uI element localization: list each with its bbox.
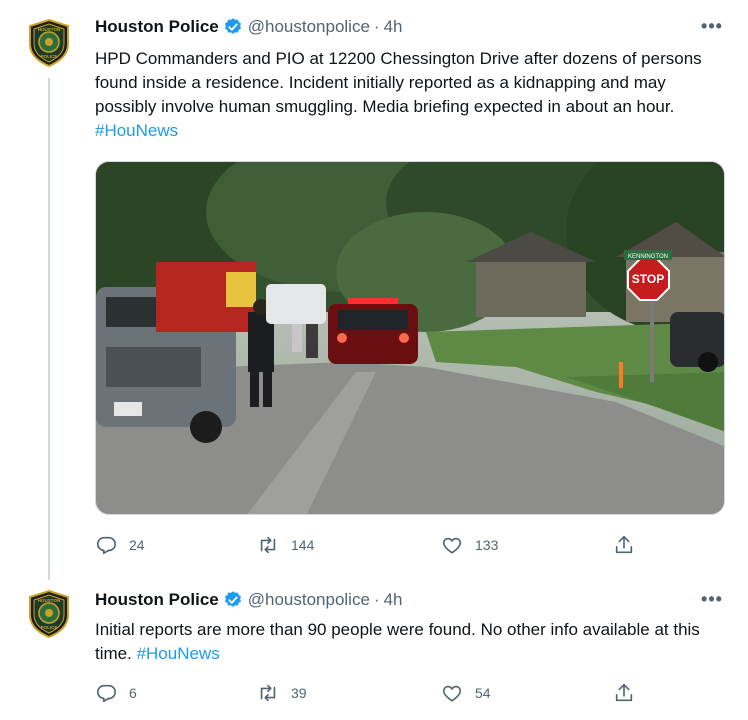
like-icon bbox=[442, 685, 462, 702]
svg-text:HOUSTON: HOUSTON bbox=[38, 598, 60, 603]
verified-badge-icon bbox=[224, 18, 241, 34]
hashtag-link[interactable]: #HouNews bbox=[137, 644, 220, 663]
tweet-photo[interactable]: STOP KENNINGTON bbox=[95, 161, 725, 515]
thread-line bbox=[48, 78, 50, 580]
avatar[interactable]: HOUSTON POLICE bbox=[24, 18, 74, 68]
reply-icon bbox=[96, 536, 116, 555]
verified-badge-icon bbox=[224, 591, 241, 607]
svg-text:KENNINGTON: KENNINGTON bbox=[628, 254, 668, 260]
svg-text:HOUSTON: HOUSTON bbox=[38, 27, 60, 32]
tweet-header: Houston Police @houstonpolice · 4h bbox=[95, 589, 403, 611]
reply-count: 6 bbox=[129, 685, 137, 701]
reply-count: 24 bbox=[129, 537, 145, 553]
retweet-count: 144 bbox=[291, 537, 315, 553]
retweet-button[interactable]: 39 bbox=[257, 682, 441, 704]
retweet-icon bbox=[260, 536, 276, 554]
more-icon[interactable]: ••• bbox=[700, 17, 724, 40]
tweet-text: Initial reports are more than 90 people … bbox=[95, 618, 725, 666]
like-button[interactable]: 54 bbox=[441, 682, 613, 704]
tweet-timestamp[interactable]: 4h bbox=[384, 590, 403, 610]
share-button[interactable] bbox=[613, 534, 635, 556]
tweet-text: HPD Commanders and PIO at 12200 Chessing… bbox=[95, 47, 725, 143]
reply-button[interactable]: 6 bbox=[95, 682, 257, 704]
svg-text:STOP: STOP bbox=[632, 272, 664, 286]
author-name[interactable]: Houston Police bbox=[95, 590, 219, 610]
separator-dot: · bbox=[373, 590, 380, 609]
author-handle[interactable]: @houstonpolice bbox=[248, 17, 370, 37]
share-icon bbox=[615, 535, 633, 554]
reply-button[interactable]: 24 bbox=[95, 534, 257, 556]
reply-icon bbox=[96, 684, 116, 703]
more-icon[interactable]: ••• bbox=[700, 590, 724, 613]
retweet-button[interactable]: 144 bbox=[257, 534, 441, 556]
svg-text:POLICE: POLICE bbox=[41, 625, 58, 630]
share-button[interactable] bbox=[613, 682, 635, 704]
separator-dot: · bbox=[373, 17, 380, 36]
retweet-icon bbox=[260, 684, 276, 702]
tweet-actions: 6 39 54 bbox=[95, 681, 635, 705]
tweet-2[interactable]: HOUSTON POLICE Houston Police @houstonpo… bbox=[0, 575, 748, 720]
tweet-actions: 24 144 133 bbox=[95, 533, 635, 557]
share-icon bbox=[615, 683, 633, 702]
like-button[interactable]: 133 bbox=[441, 534, 613, 556]
tweet-header: Houston Police @houstonpolice · 4h bbox=[95, 16, 403, 38]
tweet-text-body: HPD Commanders and PIO at 12200 Chessing… bbox=[95, 49, 702, 116]
author-handle[interactable]: @houstonpolice bbox=[248, 590, 370, 610]
tweet-timestamp[interactable]: 4h bbox=[384, 17, 403, 37]
like-count: 54 bbox=[475, 685, 491, 701]
svg-text:POLICE: POLICE bbox=[41, 54, 58, 59]
retweet-count: 39 bbox=[291, 685, 307, 701]
tweet-1[interactable]: HOUSTON POLICE Houston Police @houstonpo… bbox=[0, 0, 748, 580]
like-count: 133 bbox=[475, 537, 499, 553]
like-icon bbox=[442, 537, 462, 554]
hashtag-link[interactable]: #HouNews bbox=[95, 121, 178, 140]
avatar[interactable]: HOUSTON POLICE bbox=[24, 589, 74, 639]
author-name[interactable]: Houston Police bbox=[95, 17, 219, 37]
